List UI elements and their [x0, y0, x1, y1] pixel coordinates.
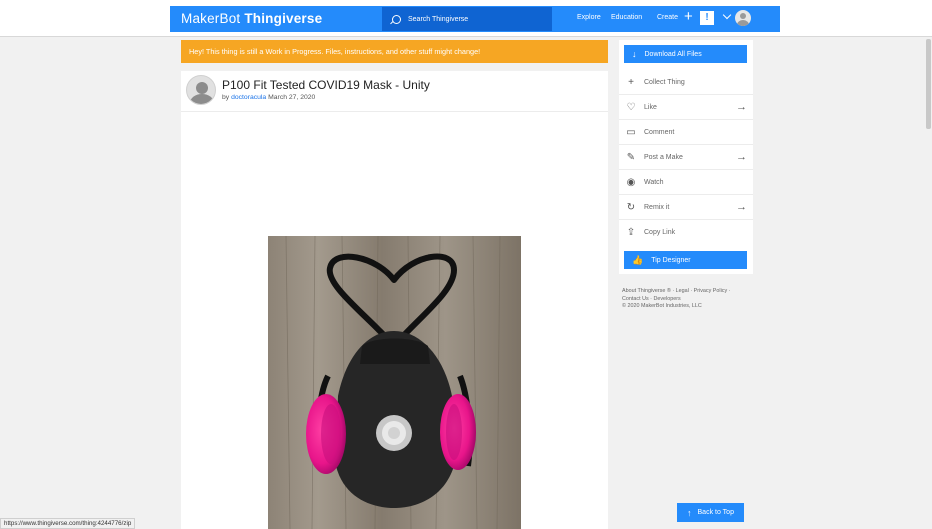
- copy-link-label: Copy Link: [644, 229, 676, 236]
- download-label: Download All Files: [644, 50, 702, 58]
- tip-designer-button[interactable]: 👍 Tip Designer: [624, 251, 747, 269]
- footer-about-link[interactable]: About Thingiverse ®: [622, 288, 671, 294]
- thingiverse-logo[interactable]: MakerBot Thingiverse: [181, 11, 322, 26]
- footer-copyright: © 2020 MakerBot Industries, LLC: [622, 303, 702, 309]
- thing-header: P100 Fit Tested COVID19 Mask - Unity by …: [181, 71, 608, 112]
- byline-by: by: [222, 94, 230, 101]
- arrow-right-icon: →: [736, 101, 747, 113]
- copy-link-button[interactable]: ⇪ Copy Link: [619, 220, 753, 245]
- plus-icon[interactable]: +: [684, 9, 693, 24]
- nav-create[interactable]: Create: [657, 14, 678, 21]
- post-make-label: Post a Make: [644, 153, 683, 161]
- thing-actions-panel: ↓ Download All Files + Collect Thing ♡ L…: [619, 40, 753, 274]
- search-input[interactable]: Search Thingiverse: [382, 7, 552, 31]
- watch-label: Watch: [644, 178, 664, 186]
- top-bar: MakerBot Thingiverse Search Thingiverse …: [0, 0, 932, 37]
- share-icon: ⇪: [626, 227, 636, 238]
- tip-label: Tip Designer: [651, 256, 691, 264]
- arrow-right-icon: →: [736, 151, 747, 163]
- like-button[interactable]: ♡ Like →: [619, 95, 753, 120]
- wip-banner: Hey! This thing is still a Work in Progr…: [181, 40, 608, 63]
- thumbs-up-icon: 👍: [632, 254, 644, 265]
- remix-button[interactable]: ↻ Remix it →: [619, 195, 753, 220]
- comment-button[interactable]: ▭ Comment: [619, 120, 753, 145]
- remix-icon: ↻: [626, 201, 636, 213]
- collect-thing-button[interactable]: + Collect Thing: [619, 70, 753, 95]
- navbar: MakerBot Thingiverse Search Thingiverse …: [170, 6, 780, 32]
- status-bar-url: https://www.thingiverse.com/thing:424477…: [0, 518, 136, 529]
- arrow-right-icon: →: [736, 201, 747, 213]
- eye-icon: ◉: [626, 176, 636, 188]
- nav-explore[interactable]: Explore: [577, 14, 601, 21]
- footer-privacy-link[interactable]: Privacy Policy: [694, 288, 728, 294]
- chevron-down-icon[interactable]: [722, 10, 732, 20]
- scrollbar[interactable]: [925, 37, 932, 529]
- post-a-make-button[interactable]: ✎ Post a Make →: [619, 145, 753, 170]
- footer-contact-link[interactable]: Contact Us: [622, 296, 649, 302]
- collect-label: Collect Thing: [644, 78, 685, 86]
- scrollbar-thumb[interactable]: [926, 39, 931, 129]
- pencil-icon: ✎: [626, 151, 636, 163]
- logo-thingiverse: Thingiverse: [244, 11, 323, 26]
- like-label: Like: [644, 103, 657, 111]
- notification-icon[interactable]: !: [700, 11, 714, 25]
- arrow-up-icon: ↑: [687, 507, 692, 518]
- publish-date: March 27, 2020: [268, 94, 316, 101]
- logo-makerbot: MakerBot: [181, 11, 241, 26]
- back-to-top-button[interactable]: ↑ Back to Top: [677, 503, 744, 522]
- designer-avatar[interactable]: [186, 75, 216, 105]
- footer-legal-link[interactable]: Legal: [676, 288, 689, 294]
- comment-icon: ▭: [626, 126, 636, 138]
- search-placeholder: Search Thingiverse: [408, 15, 469, 23]
- comment-label: Comment: [644, 128, 675, 136]
- watch-button[interactable]: ◉ Watch: [619, 170, 753, 195]
- heart-icon: ♡: [626, 101, 636, 113]
- author-link[interactable]: doctoracula: [231, 94, 266, 101]
- remix-label: Remix it: [644, 203, 670, 211]
- download-all-files-button[interactable]: ↓ Download All Files: [624, 45, 747, 63]
- search-icon: [392, 14, 401, 24]
- thing-photo[interactable]: [268, 236, 521, 529]
- user-avatar-icon[interactable]: [735, 10, 751, 26]
- back-to-top-label: Back to Top: [697, 509, 734, 516]
- thing-title: P100 Fit Tested COVID19 Mask - Unity: [222, 78, 430, 92]
- nav-education[interactable]: Education: [611, 14, 642, 21]
- download-icon: ↓: [632, 49, 637, 59]
- plus-icon: +: [628, 76, 634, 88]
- footer-links: About Thingiverse ® · Legal · Privacy Po…: [622, 288, 757, 311]
- thing-byline: by doctoracula March 27, 2020: [222, 94, 315, 101]
- footer-developers-link[interactable]: Developers: [653, 296, 680, 302]
